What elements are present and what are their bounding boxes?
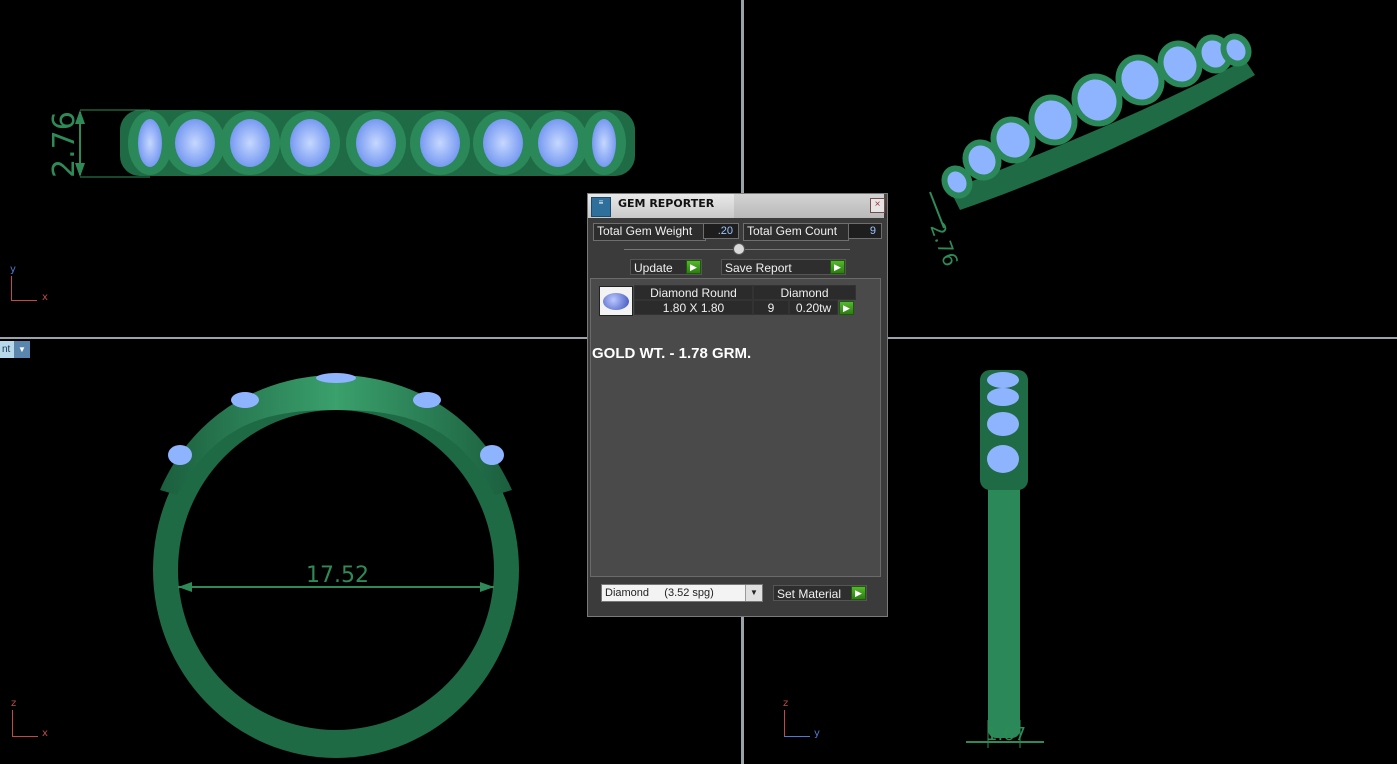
gold-weight-note: GOLD WT. - 1.78 GRM. xyxy=(592,345,752,362)
axis-gizmo-side: z y xyxy=(780,698,826,742)
title-tab-filler xyxy=(734,194,884,218)
select-gem-button[interactable]: ▶ xyxy=(839,301,854,315)
total-gem-count-label: Total Gem Count xyxy=(743,223,849,241)
gem-shape-header: Diamond Round xyxy=(634,285,753,300)
material-select-value: Diamond (3.52 spg) xyxy=(605,587,714,599)
diamond-round-icon xyxy=(599,286,633,316)
save-report-button[interactable]: Save Report ▶ xyxy=(721,259,846,275)
gem-size-cell: 1.80 X 1.80 xyxy=(634,300,753,315)
gem-list[interactable]: Diamond Round Diamond 1.80 X 1.80 9 0.20… xyxy=(590,278,881,577)
set-material-button-label: Set Material xyxy=(777,587,842,601)
total-gem-count-value: 9 xyxy=(848,223,882,239)
gem-count-cell: 9 xyxy=(753,300,789,315)
total-gem-weight-label: Total Gem Weight xyxy=(593,223,706,241)
gem-weight-cell: 0.20tw xyxy=(789,300,838,315)
axis-z-label-side: z xyxy=(783,698,789,709)
dialog-title-bar[interactable]: ≡ GEM REPORTER × xyxy=(588,194,887,218)
gem-size-slider-knob[interactable] xyxy=(733,243,745,255)
update-button-label: Update xyxy=(634,261,673,275)
gem-reporter-dialog[interactable]: ≡ GEM REPORTER × Total Gem Weight .20 To… xyxy=(587,193,888,617)
dialog-title: GEM REPORTER xyxy=(618,197,715,210)
ring-side-view xyxy=(980,370,1028,738)
total-gem-weight-value: .20 xyxy=(703,223,739,239)
chevron-down-icon[interactable]: ▼ xyxy=(745,585,762,601)
gem-reporter-icon: ≡ xyxy=(591,197,611,217)
gem-type-header: Diamond xyxy=(753,285,856,300)
play-icon: ▶ xyxy=(851,586,866,600)
set-material-button[interactable]: Set Material ▶ xyxy=(773,585,867,601)
axis-y-label-side: y xyxy=(814,728,820,739)
material-select[interactable]: Diamond (3.52 spg) ▼ xyxy=(601,584,763,602)
play-icon: ▶ xyxy=(830,260,845,274)
play-icon: ▶ xyxy=(686,260,701,274)
close-icon[interactable]: × xyxy=(870,198,885,213)
update-button[interactable]: Update ▶ xyxy=(630,259,702,275)
width-dimension-label: 1.67 xyxy=(986,724,1026,745)
save-report-button-label: Save Report xyxy=(725,261,792,275)
width-dimension: 1.67 xyxy=(966,720,1044,748)
